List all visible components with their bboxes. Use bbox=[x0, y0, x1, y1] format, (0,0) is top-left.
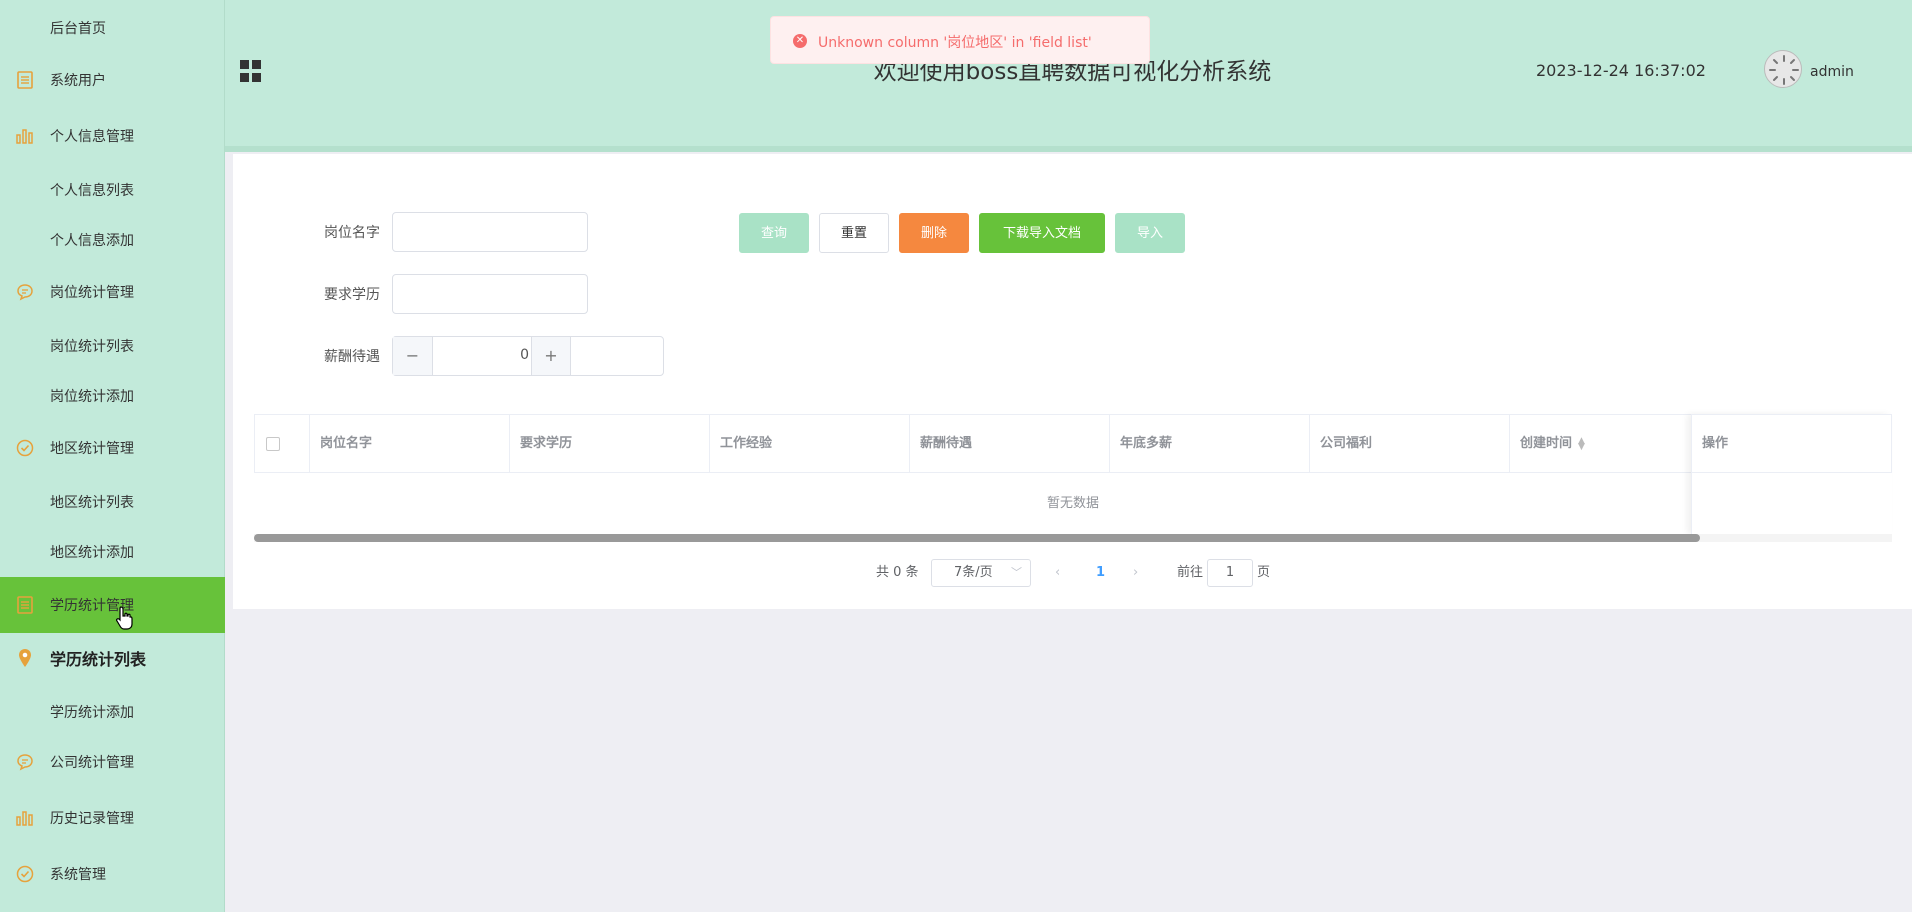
sidebar-item-label: 岗位统计添加 bbox=[50, 389, 134, 405]
salary-label: 薪酬待遇 bbox=[324, 349, 380, 365]
sidebar-item-label: 历史记录管理 bbox=[50, 811, 134, 827]
table-header: 岗位名字 要求学历 工作经验 薪酬待遇 年底多薪 公司福利 创建时间 ▲ ▼ 操作 bbox=[254, 414, 1892, 473]
pagination-total: 共 0 条 bbox=[876, 565, 919, 580]
delete-button[interactable]: 删除 bbox=[899, 213, 969, 253]
header-divider bbox=[225, 146, 1912, 152]
sidebar-item[interactable]: 个人信息添加 bbox=[0, 212, 225, 268]
job-name-input[interactable] bbox=[392, 212, 588, 252]
menu-grid-icon[interactable] bbox=[240, 60, 262, 82]
column-header: 要求学历 bbox=[510, 415, 710, 473]
scrollbar-thumb[interactable] bbox=[254, 534, 1700, 542]
fixed-column-shadow bbox=[1691, 414, 1892, 534]
education-input[interactable] bbox=[392, 274, 588, 314]
sidebar-item[interactable]: 系统管理 bbox=[0, 846, 225, 902]
page-size-value: 7条/页 bbox=[954, 565, 993, 580]
sidebar-item[interactable]: 地区统计添加 bbox=[0, 524, 225, 580]
goto-label: 前往 bbox=[1177, 565, 1204, 580]
page-number[interactable]: 1 bbox=[1096, 559, 1105, 587]
avatar[interactable] bbox=[1764, 50, 1802, 88]
sidebar-item-label: 系统管理 bbox=[50, 867, 106, 883]
bar-chart-icon bbox=[15, 808, 35, 828]
sidebar-item-label: 地区统计添加 bbox=[50, 545, 134, 561]
download-template-button[interactable]: 下载导入文档 bbox=[979, 213, 1105, 253]
sidebar-item-label: 岗位统计列表 bbox=[50, 339, 134, 355]
sidebar-item-label: 个人信息添加 bbox=[50, 233, 134, 249]
error-message: Unknown column '岗位地区' in 'field list' bbox=[818, 35, 1092, 51]
sidebar-item[interactable]: 岗位统计管理 bbox=[0, 264, 225, 320]
datetime: 2023-12-24 16:37:02 bbox=[1536, 61, 1706, 80]
next-page-button[interactable]: › bbox=[1133, 559, 1138, 587]
error-icon: ✕ bbox=[793, 34, 807, 48]
chat-icon bbox=[15, 282, 35, 302]
sidebar-item-label: 系统用户 bbox=[50, 73, 106, 89]
page-size-select[interactable]: 7条/页 ﹀ bbox=[931, 559, 1031, 587]
sidebar-item[interactable]: 岗位统计列表 bbox=[0, 318, 225, 374]
sidebar-item[interactable]: 学历统计管理 bbox=[0, 577, 225, 633]
sidebar-item[interactable]: 岗位统计添加 bbox=[0, 368, 225, 424]
hand-cursor-icon bbox=[116, 606, 133, 630]
query-button[interactable]: 查询 bbox=[739, 213, 809, 253]
check-circle-icon bbox=[15, 864, 35, 884]
sidebar-item-label: 学历统计添加 bbox=[50, 705, 134, 721]
sidebar-item[interactable]: 公司统计管理 bbox=[0, 734, 225, 790]
sidebar: 后台首页系统用户个人信息管理 个人信息列表 个人信息添加 岗位统计管理 岗位统计列表 岗位… bbox=[0, 0, 225, 912]
sidebar-item-label: 后台首页 bbox=[50, 21, 106, 37]
sidebar-item[interactable]: 系统用户 bbox=[0, 52, 225, 108]
goto-page-input[interactable]: 1 bbox=[1207, 559, 1253, 587]
location-pin-icon bbox=[15, 648, 35, 668]
sidebar-item[interactable]: 后台首页 bbox=[0, 0, 225, 56]
sidebar-item[interactable]: 地区统计管理 bbox=[0, 420, 225, 476]
error-toast: ✕ Unknown column '岗位地区' in 'field list' bbox=[770, 16, 1150, 64]
salary-stepper[interactable]: − 0 + bbox=[392, 336, 664, 376]
sidebar-item-label: 个人信息列表 bbox=[50, 183, 134, 199]
chevron-down-icon: ﹀ bbox=[1011, 566, 1022, 579]
import-button[interactable]: 导入 bbox=[1115, 213, 1185, 253]
sortable-column-header[interactable]: 创建时间 ▲ ▼ bbox=[1510, 415, 1692, 473]
empty-state: 暂无数据 bbox=[1046, 496, 1099, 511]
column-header-label: 创建时间 bbox=[1520, 436, 1573, 451]
sidebar-item-label: 个人信息管理 bbox=[50, 129, 134, 145]
data-table: 岗位名字 要求学历 工作经验 薪酬待遇 年底多薪 公司福利 创建时间 ▲ ▼ 操作 bbox=[254, 414, 1892, 474]
sidebar-item-label: 学历统计列表 bbox=[50, 650, 147, 669]
sidebar-item[interactable]: 个人信息列表 bbox=[0, 162, 225, 218]
stepper-minus-button[interactable]: − bbox=[393, 337, 433, 375]
sidebar-item[interactable]: 个人信息管理 bbox=[0, 108, 225, 164]
sidebar-item-label: 地区统计列表 bbox=[50, 495, 134, 511]
sidebar-item-label: 地区统计管理 bbox=[50, 441, 134, 457]
document-icon bbox=[15, 70, 35, 90]
sidebar-item[interactable]: 学历统计添加 bbox=[0, 684, 225, 740]
page-suffix: 页 bbox=[1257, 565, 1271, 580]
column-header: 岗位名字 bbox=[310, 415, 510, 473]
select-all-checkbox[interactable] bbox=[266, 437, 280, 451]
column-header: 公司福利 bbox=[1310, 415, 1510, 473]
chat-icon bbox=[15, 752, 35, 772]
job-name-label: 岗位名字 bbox=[324, 225, 380, 241]
sidebar-item-label: 公司统计管理 bbox=[50, 755, 134, 771]
username[interactable]: admin bbox=[1810, 64, 1854, 80]
education-label: 要求学历 bbox=[324, 287, 380, 303]
column-header: 年底多薪 bbox=[1110, 415, 1310, 473]
prev-page-button[interactable]: ‹ bbox=[1055, 559, 1060, 587]
reset-button[interactable]: 重置 bbox=[819, 213, 889, 253]
bar-chart-icon bbox=[15, 126, 35, 146]
sidebar-item[interactable]: 学历统计列表 bbox=[0, 630, 225, 686]
sidebar-item[interactable]: 地区统计列表 bbox=[0, 474, 225, 530]
stepper-value[interactable]: 0 bbox=[433, 347, 531, 363]
document-icon bbox=[15, 595, 35, 615]
column-header: 薪酬待遇 bbox=[910, 415, 1110, 473]
sidebar-item[interactable]: 历史记录管理 bbox=[0, 790, 225, 846]
header-checkbox-cell bbox=[255, 415, 310, 473]
sidebar-item-label: 岗位统计管理 bbox=[50, 285, 134, 301]
stepper-plus-button[interactable]: + bbox=[531, 337, 571, 375]
column-header: 工作经验 bbox=[710, 415, 910, 473]
sort-icon[interactable]: ▲ ▼ bbox=[1578, 436, 1585, 451]
check-circle-icon bbox=[15, 438, 35, 458]
